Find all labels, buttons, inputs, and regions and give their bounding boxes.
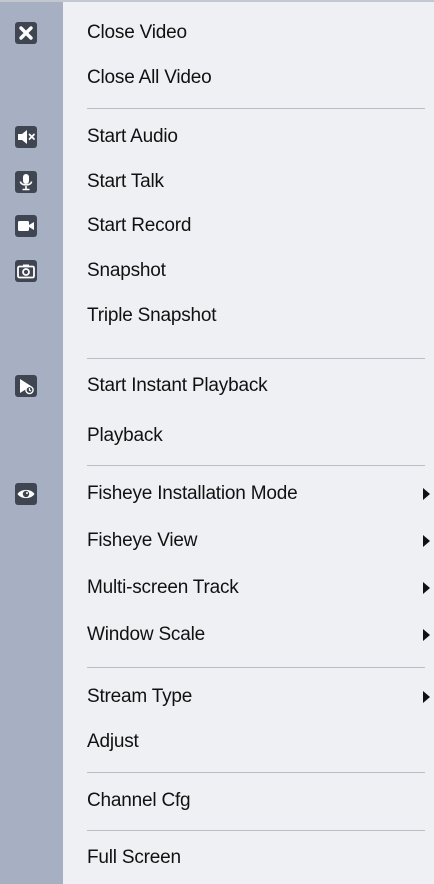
instant-playback-icon bbox=[15, 375, 37, 397]
menu-item-label: Fisheye Installation Mode bbox=[87, 483, 298, 504]
menu-item-multi-screen-track[interactable]: Multi-screen Track bbox=[0, 566, 434, 610]
menu-item-label: Start Talk bbox=[87, 171, 164, 192]
menu-item-label: Close All Video bbox=[87, 67, 212, 88]
menu-item-label: Stream Type bbox=[87, 686, 193, 707]
microphone-icon bbox=[15, 171, 37, 193]
submenu-arrow-icon bbox=[423, 691, 430, 703]
menu-separator bbox=[87, 465, 425, 466]
menu-item-label: Triple Snapshot bbox=[87, 305, 217, 326]
menu-item-snapshot[interactable]: Snapshot bbox=[0, 249, 434, 293]
menu-item-label: Multi-screen Track bbox=[87, 577, 239, 598]
menu-separator bbox=[87, 358, 425, 359]
menu-item-window-scale[interactable]: Window Scale bbox=[0, 613, 434, 657]
menu-item-close-video[interactable]: Close Video bbox=[0, 11, 434, 55]
menu-item-label: Start Audio bbox=[87, 126, 178, 147]
menu-item-start-record[interactable]: Start Record bbox=[0, 204, 434, 248]
menu-item-label: Start Instant Playback bbox=[87, 375, 268, 396]
menu-item-label: Playback bbox=[87, 425, 163, 446]
menu-separator bbox=[87, 108, 425, 109]
menu-top-border bbox=[0, 0, 434, 2]
menu-item-label: Adjust bbox=[87, 731, 139, 752]
menu-item-label: Fisheye View bbox=[87, 530, 198, 551]
menu-item-label: Start Record bbox=[87, 215, 192, 236]
menu-item-label: Channel Cfg bbox=[87, 790, 191, 811]
menu-item-start-instant-playback[interactable]: Start Instant Playback bbox=[0, 364, 434, 408]
menu-item-label: Full Screen bbox=[87, 847, 181, 868]
menu-item-start-talk[interactable]: Start Talk bbox=[0, 160, 434, 204]
menu-item-triple-snapshot[interactable]: Triple Snapshot bbox=[0, 294, 434, 338]
menu-item-fisheye-view[interactable]: Fisheye View bbox=[0, 519, 434, 563]
menu-item-channel-cfg[interactable]: Channel Cfg bbox=[0, 779, 434, 823]
submenu-arrow-icon bbox=[423, 535, 430, 547]
video-camera-icon bbox=[15, 215, 37, 237]
menu-separator bbox=[87, 667, 425, 668]
speaker-muted-icon bbox=[15, 126, 37, 148]
menu-item-close-all-video[interactable]: Close All Video bbox=[0, 56, 434, 100]
menu-item-playback[interactable]: Playback bbox=[0, 414, 434, 458]
menu-item-label: Window Scale bbox=[87, 624, 205, 645]
menu-separator bbox=[87, 772, 425, 773]
menu-separator bbox=[87, 830, 425, 831]
context-menu: Close Video Close All Video Start Audio … bbox=[0, 0, 434, 884]
submenu-arrow-icon bbox=[423, 629, 430, 641]
camera-icon bbox=[15, 260, 37, 282]
menu-item-label: Snapshot bbox=[87, 260, 166, 281]
menu-item-adjust[interactable]: Adjust bbox=[0, 720, 434, 764]
submenu-arrow-icon bbox=[423, 582, 430, 594]
menu-item-fisheye-installation-mode[interactable]: Fisheye Installation Mode bbox=[0, 472, 434, 516]
menu-item-full-screen[interactable]: Full Screen bbox=[0, 836, 434, 880]
menu-item-stream-type[interactable]: Stream Type bbox=[0, 675, 434, 719]
close-icon bbox=[15, 22, 37, 44]
submenu-arrow-icon bbox=[423, 488, 430, 500]
menu-item-start-audio[interactable]: Start Audio bbox=[0, 115, 434, 159]
fisheye-icon bbox=[15, 483, 37, 505]
menu-item-label: Close Video bbox=[87, 22, 187, 43]
